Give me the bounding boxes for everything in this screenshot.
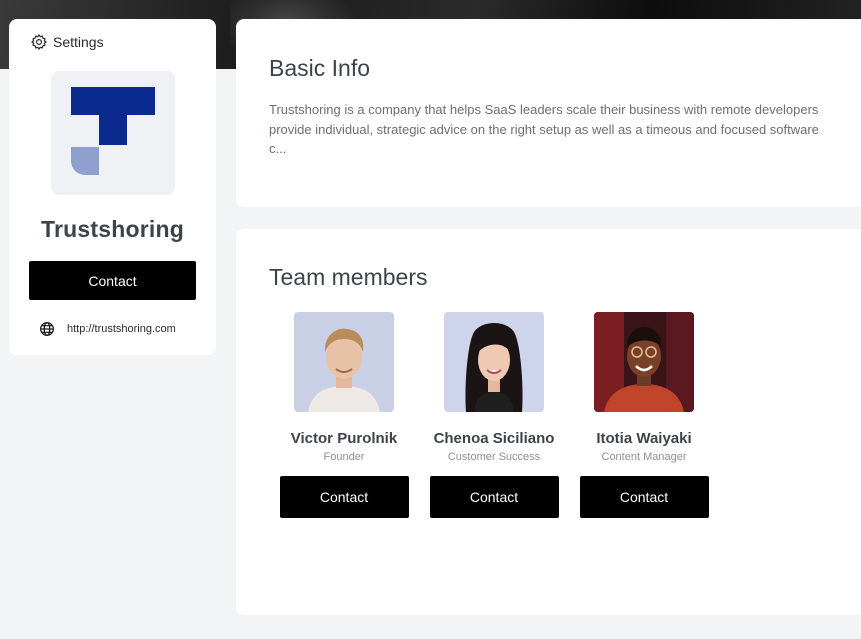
member-role: Customer Success (447, 451, 541, 463)
member-name: Victor Purolnik (290, 430, 398, 447)
member-avatar (444, 312, 544, 412)
team-member: Victor Purolnik Founder Contact (279, 312, 409, 518)
member-avatar (594, 312, 694, 412)
team-members-card: Team members Victor Purolnik Founder Con… (236, 229, 861, 615)
gear-icon (30, 33, 48, 51)
website-link[interactable]: http://trustshoring.com (67, 323, 176, 335)
description-line: c... (269, 141, 287, 156)
member-contact-button[interactable]: Contact (429, 476, 559, 518)
member-name: Itotia Waiyaki (596, 430, 692, 447)
description-line: Trustshoring is a company that helps Saa… (269, 102, 819, 117)
team-member: Itotia Waiyaki Content Manager Contact (579, 312, 709, 518)
settings-label: Settings (53, 34, 104, 50)
company-contact-button[interactable]: Contact (29, 261, 196, 300)
basic-info-title: Basic Info (269, 55, 370, 81)
description-line: provide individual, strategic advice on … (269, 121, 819, 137)
member-role: Founder (323, 451, 365, 463)
company-logo (51, 71, 175, 195)
basic-info-card: Basic Info Trustshoring is a company tha… (236, 19, 861, 207)
globe-icon (39, 321, 55, 337)
company-description: Trustshoring is a company that helps Saa… (269, 100, 861, 159)
company-website[interactable]: http://trustshoring.com (39, 321, 176, 337)
company-name: Trustshoring (41, 216, 184, 242)
member-avatar (294, 312, 394, 412)
team-members-title: Team members (269, 264, 428, 290)
member-name: Chenoa Siciliano (433, 430, 555, 447)
member-contact-button[interactable]: Contact (279, 476, 409, 518)
member-role: Content Manager (601, 451, 687, 463)
company-profile-card: Settings Trustshoring Contact http://tru… (9, 19, 216, 355)
team-member: Chenoa Siciliano Customer Success Contac… (429, 312, 559, 518)
member-contact-button[interactable]: Contact (579, 476, 709, 518)
settings-link[interactable]: Settings (30, 33, 104, 51)
